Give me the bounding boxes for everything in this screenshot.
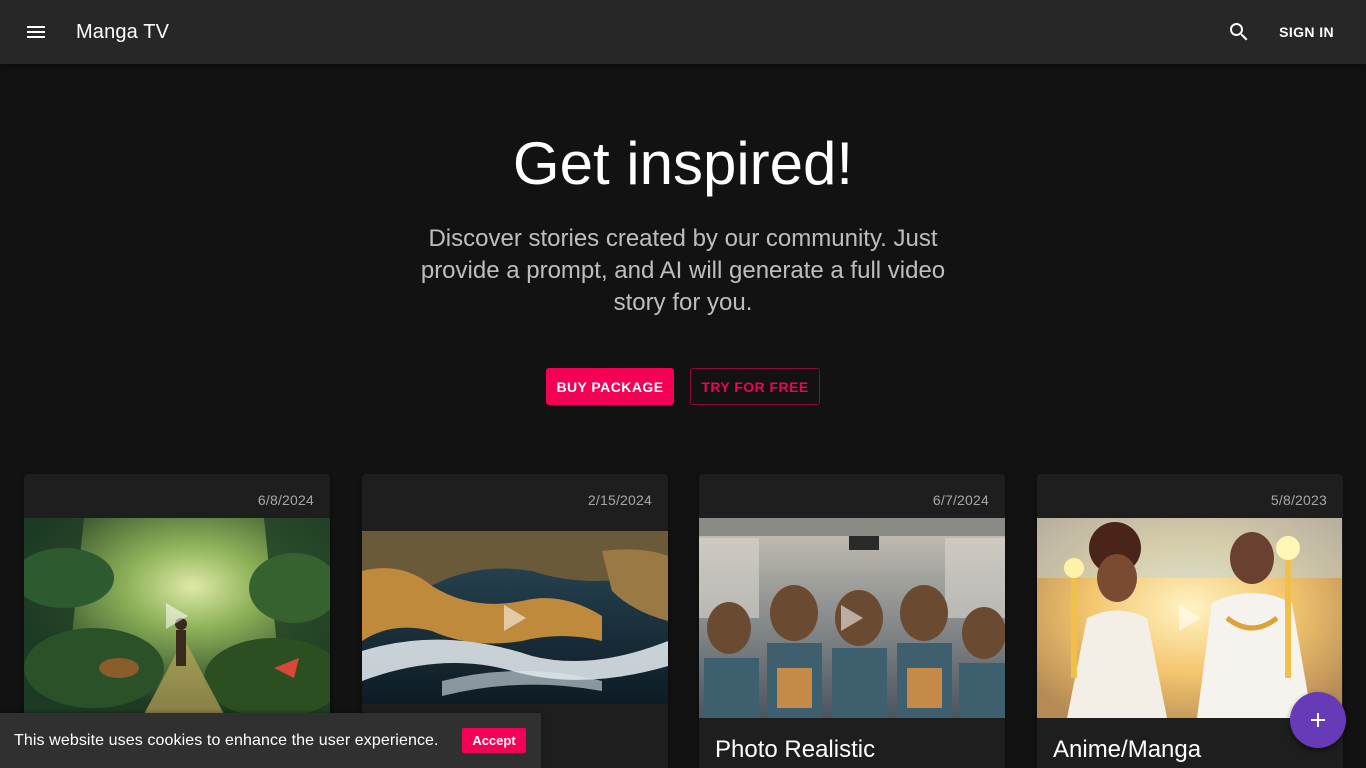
sign-in-button[interactable]: SIGN IN xyxy=(1267,18,1346,46)
card-thumbnail[interactable] xyxy=(699,518,1005,718)
card-thumbnail[interactable] xyxy=(362,531,668,704)
app-title[interactable]: Manga TV xyxy=(76,21,169,44)
card-date: 5/8/2023 xyxy=(1270,492,1327,508)
hero-actions: BUY PACKAGE TRY FOR FREE xyxy=(0,368,1366,405)
card-thumbnail[interactable] xyxy=(24,518,330,714)
accept-cookies-button[interactable]: Accept xyxy=(462,728,526,753)
play-icon[interactable] xyxy=(164,601,190,631)
hero-title: Get inspired! xyxy=(512,130,854,197)
app-bar: Manga TV SIGN IN xyxy=(0,0,1366,64)
story-card[interactable]: 6/7/2024 Photo Realistic xyxy=(699,474,1005,768)
card-thumbnail[interactable] xyxy=(1037,518,1343,718)
cookie-banner: This website uses cookies to enhance the… xyxy=(0,713,541,768)
buy-package-button[interactable]: BUY PACKAGE xyxy=(546,368,674,405)
card-title: Anime/Manga xyxy=(1053,736,1202,763)
appbar-actions: SIGN IN xyxy=(1215,8,1346,56)
menu-icon xyxy=(27,26,45,38)
play-icon[interactable] xyxy=(839,603,865,633)
play-icon[interactable] xyxy=(502,603,528,633)
try-for-free-button[interactable]: TRY FOR FREE xyxy=(690,368,820,405)
card-date: 2/15/2024 xyxy=(587,492,652,508)
play-icon[interactable] xyxy=(1177,603,1203,633)
card-date: 6/8/2024 xyxy=(257,492,314,508)
card-title: Photo Realistic xyxy=(715,736,876,763)
hero-section: Get inspired! Discover stories created b… xyxy=(0,64,1366,405)
create-story-fab[interactable] xyxy=(1290,692,1346,748)
search-icon xyxy=(1230,23,1248,41)
menu-button[interactable] xyxy=(12,8,60,56)
search-button[interactable] xyxy=(1215,8,1263,56)
hero-subtitle: Discover stories created by our communit… xyxy=(420,225,946,316)
plus-icon xyxy=(1311,713,1325,727)
cookie-message: This website uses cookies to enhance the… xyxy=(14,731,439,749)
card-date: 6/7/2024 xyxy=(932,492,989,508)
